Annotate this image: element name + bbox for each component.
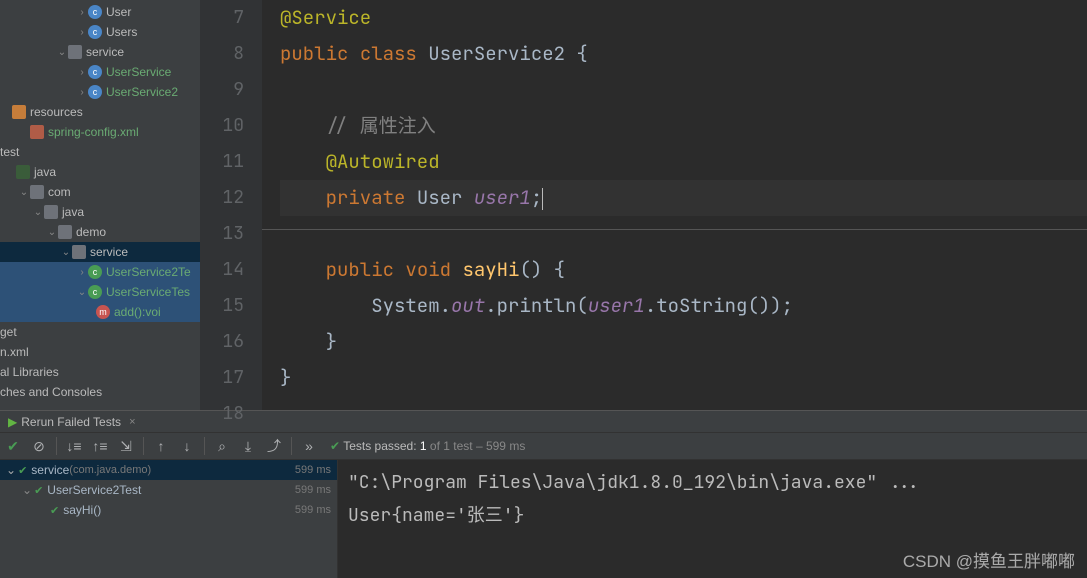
tree-item[interactable]: ›cUserService2 bbox=[0, 82, 200, 102]
tree-item[interactable]: n.xml bbox=[0, 342, 200, 362]
tree-item[interactable]: ›cUserService2Te bbox=[0, 262, 200, 282]
up-icon[interactable]: ↑ bbox=[148, 433, 174, 459]
tree-folder-test[interactable]: test bbox=[0, 142, 200, 162]
import-icon[interactable]: ⤓ bbox=[235, 433, 261, 459]
tree-item[interactable]: madd():voi bbox=[0, 302, 200, 322]
console-line: "C:\Program Files\Java\jdk1.8.0_192\bin\… bbox=[348, 466, 1077, 499]
down-icon[interactable]: ↓ bbox=[174, 433, 200, 459]
find-icon[interactable]: ⌕ bbox=[209, 433, 235, 459]
test-node-root[interactable]: ⌄✔service (com.java.demo) 599 ms bbox=[0, 460, 337, 480]
test-node-class[interactable]: ⌄✔UserService2Test 599 ms bbox=[0, 480, 337, 500]
editor-gutter: 789 101112 131415 161718 bbox=[200, 0, 262, 410]
tree-item[interactable]: ches and Consoles bbox=[0, 382, 200, 402]
play-icon: ▶ bbox=[8, 415, 17, 429]
tree-item[interactable]: ›cUserService bbox=[0, 62, 200, 82]
tree-item[interactable]: al Libraries bbox=[0, 362, 200, 382]
tab-rerun-failed[interactable]: ▶Rerun Failed Tests× bbox=[0, 415, 144, 429]
tree-item[interactable]: get bbox=[0, 322, 200, 342]
tree-folder-resources[interactable]: resources bbox=[0, 102, 200, 122]
console-output[interactable]: "C:\Program Files\Java\jdk1.8.0_192\bin\… bbox=[338, 460, 1087, 578]
project-tree[interactable]: ›cUser ›cUsers ⌄service ›cUserService ›c… bbox=[0, 0, 200, 410]
tests-status: ✔ Tests passed: 1 of 1 test – 599 ms bbox=[330, 439, 525, 453]
text-caret bbox=[542, 188, 543, 210]
sort-down-icon[interactable]: ↓≡ bbox=[61, 433, 87, 459]
tree-folder-com[interactable]: ⌄com bbox=[0, 182, 200, 202]
tree-folder-demo[interactable]: ⌄demo bbox=[0, 222, 200, 242]
tree-folder-java[interactable]: java bbox=[0, 162, 200, 182]
test-node-method[interactable]: ✔sayHi() 599 ms bbox=[0, 500, 337, 520]
test-toolbar: ✔ ⊘ ↓≡ ↑≡ ⇲ ↑ ↓ ⌕ ⤓ ⤴ » ✔ Tests passed: … bbox=[0, 433, 1087, 460]
test-results-tree[interactable]: ⌄✔service (com.java.demo) 599 ms ⌄✔UserS… bbox=[0, 460, 338, 578]
tree-folder-service[interactable]: ⌄service bbox=[0, 42, 200, 62]
check-icon: ✔ bbox=[330, 439, 340, 453]
tree-item[interactable]: ›cUser bbox=[0, 2, 200, 22]
export-icon[interactable]: ⤴ bbox=[261, 433, 287, 459]
check-icon[interactable]: ✔ bbox=[0, 433, 26, 459]
method-separator bbox=[262, 229, 1087, 230]
collapse-icon[interactable]: ⇲ bbox=[113, 433, 139, 459]
code-editor[interactable]: @Service public class UserService2 { // … bbox=[262, 0, 1087, 410]
tree-folder-java-sub[interactable]: ⌄java bbox=[0, 202, 200, 222]
close-icon[interactable]: × bbox=[129, 416, 135, 428]
sort-up-icon[interactable]: ↑≡ bbox=[87, 433, 113, 459]
tree-item[interactable]: spring-config.xml bbox=[0, 122, 200, 142]
cancel-icon[interactable]: ⊘ bbox=[26, 433, 52, 459]
more-icon[interactable]: » bbox=[296, 433, 322, 459]
console-line: User{name='张三'} bbox=[348, 499, 1077, 532]
tree-folder-service-test[interactable]: ⌄service bbox=[0, 242, 200, 262]
tree-item[interactable]: ⌄cUserServiceTes bbox=[0, 282, 200, 302]
tree-item[interactable]: ›cUsers bbox=[0, 22, 200, 42]
